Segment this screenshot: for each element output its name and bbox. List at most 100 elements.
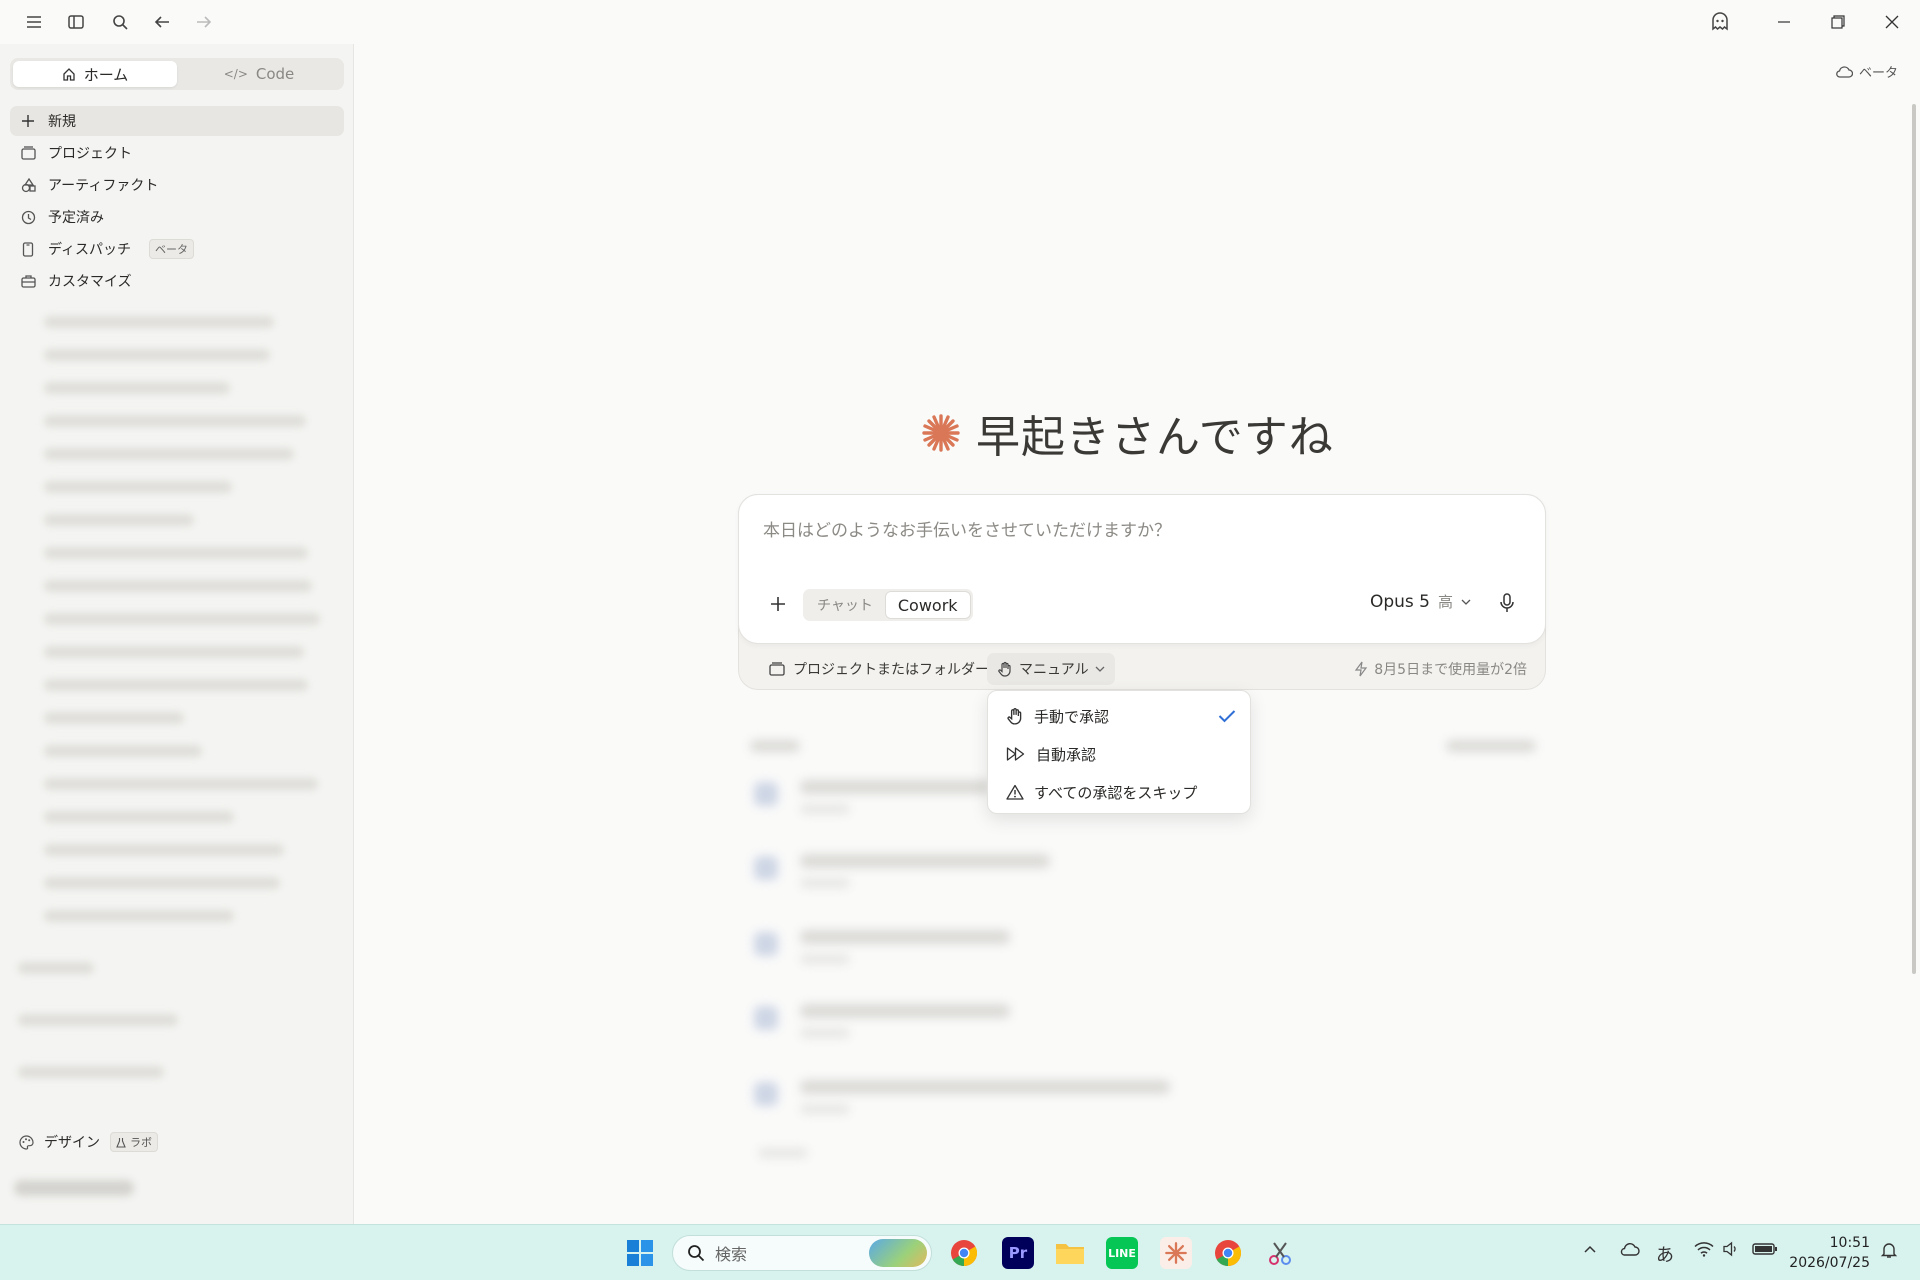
blurred-chat-item[interactable] — [44, 415, 306, 427]
sidebar-item-design[interactable]: デザイン ラボ — [10, 1128, 158, 1156]
prompt-input[interactable] — [763, 517, 1463, 545]
minimize-button[interactable] — [1764, 8, 1804, 36]
menu-item-label: すべての承認をスキップ — [1034, 783, 1198, 802]
model-selector[interactable]: Opus 5 高 — [1370, 591, 1471, 612]
phone-icon — [20, 241, 36, 257]
taskbar-chrome[interactable] — [1212, 1237, 1244, 1269]
tray-wifi-icon[interactable] — [1694, 1241, 1714, 1262]
taskbar-premiere[interactable]: Pr — [1002, 1237, 1034, 1269]
blurred-chat-item[interactable] — [44, 844, 284, 856]
blurred-chat-item[interactable] — [44, 580, 312, 592]
menu-item-skip-all-approvals[interactable]: すべての承認をスキップ — [988, 773, 1250, 811]
hand-icon — [998, 661, 1011, 677]
blurred-recent-item[interactable] — [800, 1028, 850, 1038]
greeting-title: 早起きさんですね — [976, 412, 1334, 463]
taskbar-chrome-profile[interactable] — [948, 1237, 980, 1269]
blurred-recent-item[interactable] — [800, 804, 850, 814]
blurred-chat-item[interactable] — [44, 778, 318, 790]
clock-icon — [20, 209, 36, 225]
beta-label: ベータ — [1858, 66, 1898, 81]
blurred-chat-item[interactable] — [44, 448, 294, 460]
blurred-section-header — [18, 962, 94, 974]
blurred-recent-item[interactable] — [800, 1104, 850, 1114]
taskbar-search[interactable]: 検索 — [672, 1235, 932, 1271]
tab-code-label: Code — [255, 65, 295, 83]
blurred-recent-item[interactable] — [754, 856, 778, 880]
blurred-recent-item[interactable] — [754, 782, 778, 806]
blurred-recent-item[interactable] — [800, 930, 1010, 944]
tray-ime-indicator[interactable]: あ — [1656, 1241, 1674, 1267]
model-name: Opus 5 — [1369, 591, 1430, 612]
blurred-header — [750, 740, 800, 752]
sidebar-item-artifacts[interactable]: アーティファクト — [10, 170, 344, 200]
close-button[interactable] — [1872, 8, 1912, 36]
beta-indicator[interactable]: ベータ — [1835, 62, 1898, 81]
sidebar-item-customize[interactable]: カスタマイズ — [10, 266, 344, 296]
blurred-chat-item[interactable] — [44, 745, 202, 757]
blurred-chat-item[interactable] — [44, 712, 184, 724]
tray-onedrive-cloud-icon[interactable] — [1618, 1241, 1640, 1262]
blurred-recent-item[interactable] — [800, 954, 850, 964]
tab-code[interactable]: </> Code — [177, 61, 341, 87]
microphone-button[interactable] — [1493, 589, 1521, 617]
sidebar-item-projects[interactable]: プロジェクト — [10, 138, 344, 168]
taskbar-claude[interactable] — [1160, 1237, 1192, 1269]
forward-arrow-icon[interactable] — [192, 10, 216, 34]
lightning-icon — [1355, 661, 1368, 677]
blurred-chat-item[interactable] — [44, 910, 234, 922]
tab-home[interactable]: ホーム — [13, 61, 177, 87]
blurred-section-item[interactable] — [18, 1014, 178, 1026]
tray-overflow-chevron-icon[interactable] — [1582, 1241, 1598, 1262]
tray-volume-icon[interactable] — [1722, 1241, 1740, 1262]
blurred-recent-item[interactable] — [800, 1004, 1010, 1018]
menu-item-manual-approval[interactable]: 手動で承認 — [988, 697, 1250, 735]
blurred-recent-item[interactable] — [800, 1080, 1170, 1094]
blurred-chat-item[interactable] — [44, 514, 194, 526]
attach-button[interactable] — [765, 591, 791, 617]
taskbar-snipping-tool[interactable] — [1264, 1237, 1296, 1269]
tray-battery-icon[interactable] — [1752, 1241, 1778, 1262]
mode-chat-button[interactable]: チャット — [805, 591, 885, 619]
blurred-recent-item[interactable] — [754, 932, 778, 956]
sidebar-item-dispatch[interactable]: ディスパッチ ベータ — [10, 234, 344, 264]
search-icon[interactable] — [108, 10, 132, 34]
ghost-icon[interactable] — [1708, 10, 1732, 34]
blurred-recent-item[interactable] — [800, 854, 1050, 868]
clock-time: 10:51 — [1829, 1235, 1870, 1251]
blurred-chat-item[interactable] — [44, 679, 308, 691]
approval-mode-selector[interactable]: マニュアル — [987, 653, 1115, 685]
sidebar-item-new[interactable]: 新規 — [10, 106, 344, 136]
menu-item-auto-approval[interactable]: 自動承認 — [988, 735, 1250, 773]
project-folder-selector[interactable]: プロジェクトまたはフォルダー — [769, 653, 1007, 685]
blurred-chat-item[interactable] — [44, 316, 274, 328]
taskbar-clock[interactable]: 10:51 2026/07/25 — [1789, 1233, 1870, 1273]
blurred-chat-item[interactable] — [44, 646, 304, 658]
menu-icon[interactable] — [22, 10, 46, 34]
blurred-chat-item[interactable] — [44, 811, 234, 823]
sidebar-item-scheduled[interactable]: 予定済み — [10, 202, 344, 232]
back-arrow-icon[interactable] — [150, 10, 174, 34]
blurred-recent-item[interactable] — [754, 1006, 778, 1030]
blurred-recent-item[interactable] — [800, 878, 850, 888]
blurred-section-item[interactable] — [18, 1066, 164, 1078]
windows-start-button[interactable] — [624, 1237, 656, 1269]
blurred-chat-item[interactable] — [44, 349, 270, 361]
sidebar-toggle-icon[interactable] — [64, 10, 88, 34]
greeting: 早起きさんですね — [920, 398, 1360, 468]
blurred-chat-item[interactable] — [44, 877, 280, 889]
blurred-chat-item[interactable] — [44, 613, 320, 625]
blurred-recent-item[interactable] — [800, 780, 990, 794]
blurred-recent-item[interactable] — [754, 1082, 778, 1106]
taskbar-file-explorer[interactable] — [1054, 1237, 1086, 1269]
blurred-chat-item[interactable] — [44, 547, 308, 559]
lab-badge-label: ラボ — [130, 1136, 152, 1149]
blurred-chat-item[interactable] — [44, 382, 230, 394]
account-row-blurred[interactable] — [14, 1180, 134, 1196]
taskbar-line[interactable]: LINE — [1106, 1237, 1138, 1269]
mode-cowork-button[interactable]: Cowork — [884, 591, 971, 619]
notification-bell-icon[interactable] — [1880, 1241, 1898, 1264]
claude-logo-icon — [1165, 1242, 1187, 1264]
main-scrollbar[interactable] — [1912, 104, 1916, 974]
blurred-chat-item[interactable] — [44, 481, 232, 493]
restore-button[interactable] — [1818, 8, 1858, 36]
